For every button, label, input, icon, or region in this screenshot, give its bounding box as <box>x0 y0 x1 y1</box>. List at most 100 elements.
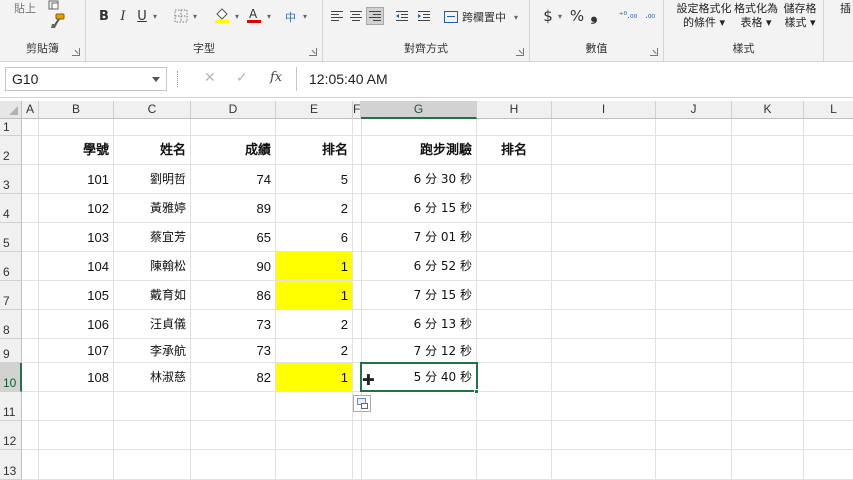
cell-j1[interactable] <box>656 119 732 136</box>
cell-a5[interactable] <box>22 223 39 252</box>
student-id-cell[interactable]: 104 <box>39 252 114 281</box>
header-cell-c[interactable]: 姓名 <box>114 136 191 165</box>
score-cell[interactable]: 73 <box>191 310 276 339</box>
cell-h12[interactable] <box>477 421 552 450</box>
cell-i8[interactable] <box>552 310 656 339</box>
increase-indent-icon[interactable] <box>415 7 433 25</box>
name-box-dropdown-icon[interactable] <box>152 77 160 82</box>
cell-a10[interactable] <box>22 363 39 392</box>
column-header-f[interactable]: F <box>353 101 361 119</box>
font-color-dropdown-icon[interactable]: ▾ <box>264 8 274 24</box>
run-time-cell[interactable]: 6 分 15 秒 <box>361 194 477 223</box>
student-name-cell[interactable]: 黃雅婷 <box>114 194 191 223</box>
fill-color-icon[interactable] <box>212 5 232 25</box>
cell-a4[interactable] <box>22 194 39 223</box>
column-header-j[interactable]: J <box>656 101 732 119</box>
rank-cell[interactable]: 1 <box>276 281 353 310</box>
student-id-cell[interactable]: 105 <box>39 281 114 310</box>
select-all-corner[interactable] <box>0 101 22 119</box>
column-header-e[interactable]: E <box>276 101 353 119</box>
header-cell-h[interactable]: 排名 <box>477 136 552 165</box>
cell-c12[interactable] <box>114 421 191 450</box>
student-id-cell[interactable]: 102 <box>39 194 114 223</box>
cancel-icon[interactable]: ✕ <box>204 70 216 86</box>
cell-k9[interactable] <box>732 339 804 363</box>
row-header-5[interactable]: 5 <box>0 223 22 252</box>
underline-dropdown-icon[interactable]: ▾ <box>150 8 160 24</box>
cell-j7[interactable] <box>656 281 732 310</box>
cell-g13[interactable] <box>361 450 477 480</box>
border-dropdown-icon[interactable]: ▾ <box>190 8 200 24</box>
phonetic-icon[interactable]: 中 <box>282 7 302 25</box>
column-header-i[interactable]: I <box>552 101 656 119</box>
row-header-3[interactable]: 3 <box>0 165 22 194</box>
formula-input[interactable]: 12:05:40 AM <box>296 67 853 91</box>
cell-i2[interactable] <box>552 136 656 165</box>
cell-k2[interactable] <box>732 136 804 165</box>
cell-k13[interactable] <box>732 450 804 480</box>
row-header-4[interactable]: 4 <box>0 194 22 223</box>
cell-a12[interactable] <box>22 421 39 450</box>
cell-a1[interactable] <box>22 119 39 136</box>
fill-color-dropdown-icon[interactable]: ▾ <box>232 8 242 24</box>
cell-i13[interactable] <box>552 450 656 480</box>
score-cell[interactable]: 86 <box>191 281 276 310</box>
fill-handle[interactable] <box>474 389 479 394</box>
font-launcher-icon[interactable] <box>309 48 317 56</box>
row-header-6[interactable]: 6 <box>0 252 22 281</box>
cell-c11[interactable] <box>114 392 191 421</box>
cell-g1[interactable] <box>361 119 477 136</box>
cell-k3[interactable] <box>732 165 804 194</box>
cell-h6[interactable] <box>477 252 552 281</box>
cell-e11[interactable] <box>276 392 353 421</box>
cell-b13[interactable] <box>39 450 114 480</box>
insert-function-icon[interactable]: fx <box>270 70 282 85</box>
cell-l3[interactable] <box>804 165 853 194</box>
border-icon[interactable] <box>172 7 190 25</box>
cell-e1[interactable] <box>276 119 353 136</box>
run-time-cell[interactable]: 6 分 52 秒 <box>361 252 477 281</box>
cell-styles-button[interactable]: 儲存格 樣式 ▾ <box>780 2 820 30</box>
cell-g12[interactable] <box>361 421 477 450</box>
score-cell[interactable]: 73 <box>191 339 276 363</box>
cell-h11[interactable] <box>477 392 552 421</box>
cell-i10[interactable] <box>552 363 656 392</box>
cell-a2[interactable] <box>22 136 39 165</box>
cell-a3[interactable] <box>22 165 39 194</box>
align-right-icon[interactable] <box>366 7 384 25</box>
cell-h3[interactable] <box>477 165 552 194</box>
run-time-cell[interactable]: 7 分 15 秒 <box>361 281 477 310</box>
cell-h1[interactable] <box>477 119 552 136</box>
cell-h7[interactable] <box>477 281 552 310</box>
cell-j5[interactable] <box>656 223 732 252</box>
cell-e13[interactable] <box>276 450 353 480</box>
clipboard-launcher-icon[interactable] <box>72 48 80 56</box>
cell-i1[interactable] <box>552 119 656 136</box>
name-box[interactable]: G10 <box>5 67 167 91</box>
cell-b11[interactable] <box>39 392 114 421</box>
run-time-cell[interactable]: 6 分 30 秒 <box>361 165 477 194</box>
row-header-7[interactable]: 7 <box>0 281 22 310</box>
cell-j12[interactable] <box>656 421 732 450</box>
student-id-cell[interactable]: 106 <box>39 310 114 339</box>
student-id-cell[interactable]: 103 <box>39 223 114 252</box>
cell-i9[interactable] <box>552 339 656 363</box>
cell-k11[interactable] <box>732 392 804 421</box>
cell-d11[interactable] <box>191 392 276 421</box>
cell-h8[interactable] <box>477 310 552 339</box>
student-id-cell[interactable]: 108 <box>39 363 114 392</box>
decrease-indent-icon[interactable] <box>393 7 411 25</box>
cell-l8[interactable] <box>804 310 853 339</box>
cell-l2[interactable] <box>804 136 853 165</box>
cell-k10[interactable] <box>732 363 804 392</box>
cell-a11[interactable] <box>22 392 39 421</box>
cell-b12[interactable] <box>39 421 114 450</box>
cell-j11[interactable] <box>656 392 732 421</box>
rank-cell[interactable]: 2 <box>276 339 353 363</box>
cell-j3[interactable] <box>656 165 732 194</box>
row-header-1[interactable]: 1 <box>0 119 22 136</box>
column-header-h[interactable]: H <box>477 101 552 119</box>
student-name-cell[interactable]: 李承航 <box>114 339 191 363</box>
rank-cell[interactable]: 5 <box>276 165 353 194</box>
bold-button[interactable]: B <box>96 7 112 25</box>
